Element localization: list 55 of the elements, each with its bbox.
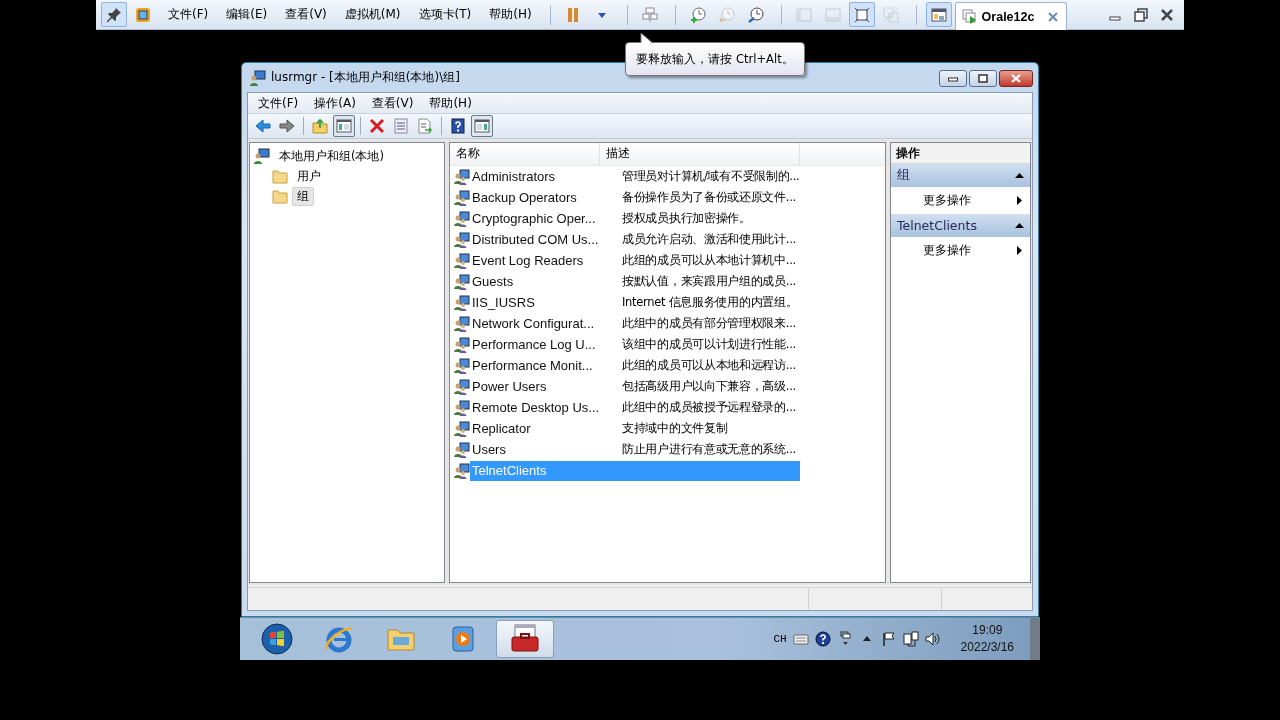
group-name: Replicator bbox=[471, 421, 532, 436]
tooltip: 要释放输入，请按 Ctrl+Alt。 bbox=[625, 42, 805, 76]
group-name: Power Users bbox=[471, 379, 548, 394]
group-description: 成员允许启动、激活和使用此计... bbox=[621, 232, 797, 247]
menu-item[interactable]: 帮助(H) bbox=[419, 94, 478, 112]
group-name: Performance Monit... bbox=[471, 358, 594, 373]
group-description: 备份操作员为了备份或还原文件... bbox=[621, 190, 797, 205]
menu-item[interactable]: 文件(F) bbox=[168, 6, 209, 23]
menu-item[interactable]: 操作(A) bbox=[304, 94, 362, 112]
column-header[interactable]: 描述 bbox=[600, 143, 800, 165]
menu-item[interactable]: 帮助(H) bbox=[489, 6, 532, 23]
group-description: 该组中的成员可以计划进行性能... bbox=[621, 337, 797, 352]
group-name: Remote Desktop Us... bbox=[471, 400, 601, 415]
group-name: Cryptographic Oper... bbox=[471, 211, 597, 226]
group-description: 支持域中的文件复制 bbox=[621, 421, 729, 436]
group-name: Administrators bbox=[471, 169, 557, 184]
group-name: Users bbox=[471, 442, 507, 457]
group-name: Backup Operators bbox=[471, 190, 578, 205]
menu-item[interactable]: 虚拟机(M) bbox=[344, 6, 401, 23]
group-name: Event Log Readers bbox=[471, 253, 585, 268]
group-name: Distributed COM Us... bbox=[471, 232, 600, 247]
group-name: Performance Log U... bbox=[471, 337, 597, 352]
clock-date[interactable]: 2022/3/16 bbox=[960, 639, 1014, 656]
group-description: 此组中的成员有部分管理权限来... bbox=[621, 316, 797, 331]
language-indicator[interactable]: CH bbox=[773, 633, 787, 645]
menu-item[interactable]: 选项卡(T) bbox=[418, 6, 472, 23]
actions-section-header[interactable]: 组 bbox=[891, 164, 1030, 187]
actions-header: 操作 bbox=[891, 143, 1030, 164]
group-description: 包括高级用户以向下兼容，高级... bbox=[621, 379, 797, 394]
menu-item[interactable]: 编辑(E) bbox=[226, 6, 268, 23]
menu-item[interactable]: 查看(V) bbox=[361, 94, 420, 112]
action-item[interactable]: 更多操作 bbox=[891, 237, 1030, 264]
vm-tab[interactable]: Orale12c bbox=[954, 2, 1068, 30]
group-name: Guests bbox=[471, 274, 515, 289]
tree-item[interactable]: 用户 bbox=[292, 166, 326, 186]
group-name: TelnetClients bbox=[471, 463, 548, 478]
group-description: Internet 信息服务使用的内置组。 bbox=[621, 295, 799, 310]
menu-item[interactable]: 查看(V) bbox=[285, 6, 327, 23]
group-description: 防止用户进行有意或无意的系统... bbox=[621, 442, 797, 457]
tree-item[interactable]: 本地用户和组(本地) bbox=[274, 146, 389, 166]
group-description: 管理员对计算机/域有不受限制的... bbox=[621, 169, 801, 184]
group-description: 授权成员执行加密操作。 bbox=[621, 211, 752, 226]
group-name: Network Configurat... bbox=[471, 316, 596, 331]
tree-item[interactable]: 组 bbox=[292, 186, 314, 206]
clock-time[interactable]: 19:09 bbox=[972, 622, 1003, 639]
column-header[interactable]: 名称 bbox=[450, 143, 600, 165]
menu-item[interactable]: 文件(F) bbox=[248, 94, 305, 112]
action-item[interactable]: 更多操作 bbox=[891, 187, 1030, 214]
group-description: 此组中的成员被授予远程登录的... bbox=[621, 400, 797, 415]
group-description: 此组的成员可以从本地计算机中... bbox=[621, 253, 797, 268]
group-description: 此组的成员可以从本地和远程访... bbox=[621, 358, 797, 373]
group-description: 按默认值，来宾跟用户组的成员... bbox=[621, 274, 797, 289]
window-title: lusrmgr - [本地用户和组(本地)\组] bbox=[271, 69, 460, 86]
group-name: IIS_IUSRS bbox=[471, 295, 536, 310]
actions-section-header[interactable]: TelnetClients bbox=[891, 214, 1030, 237]
